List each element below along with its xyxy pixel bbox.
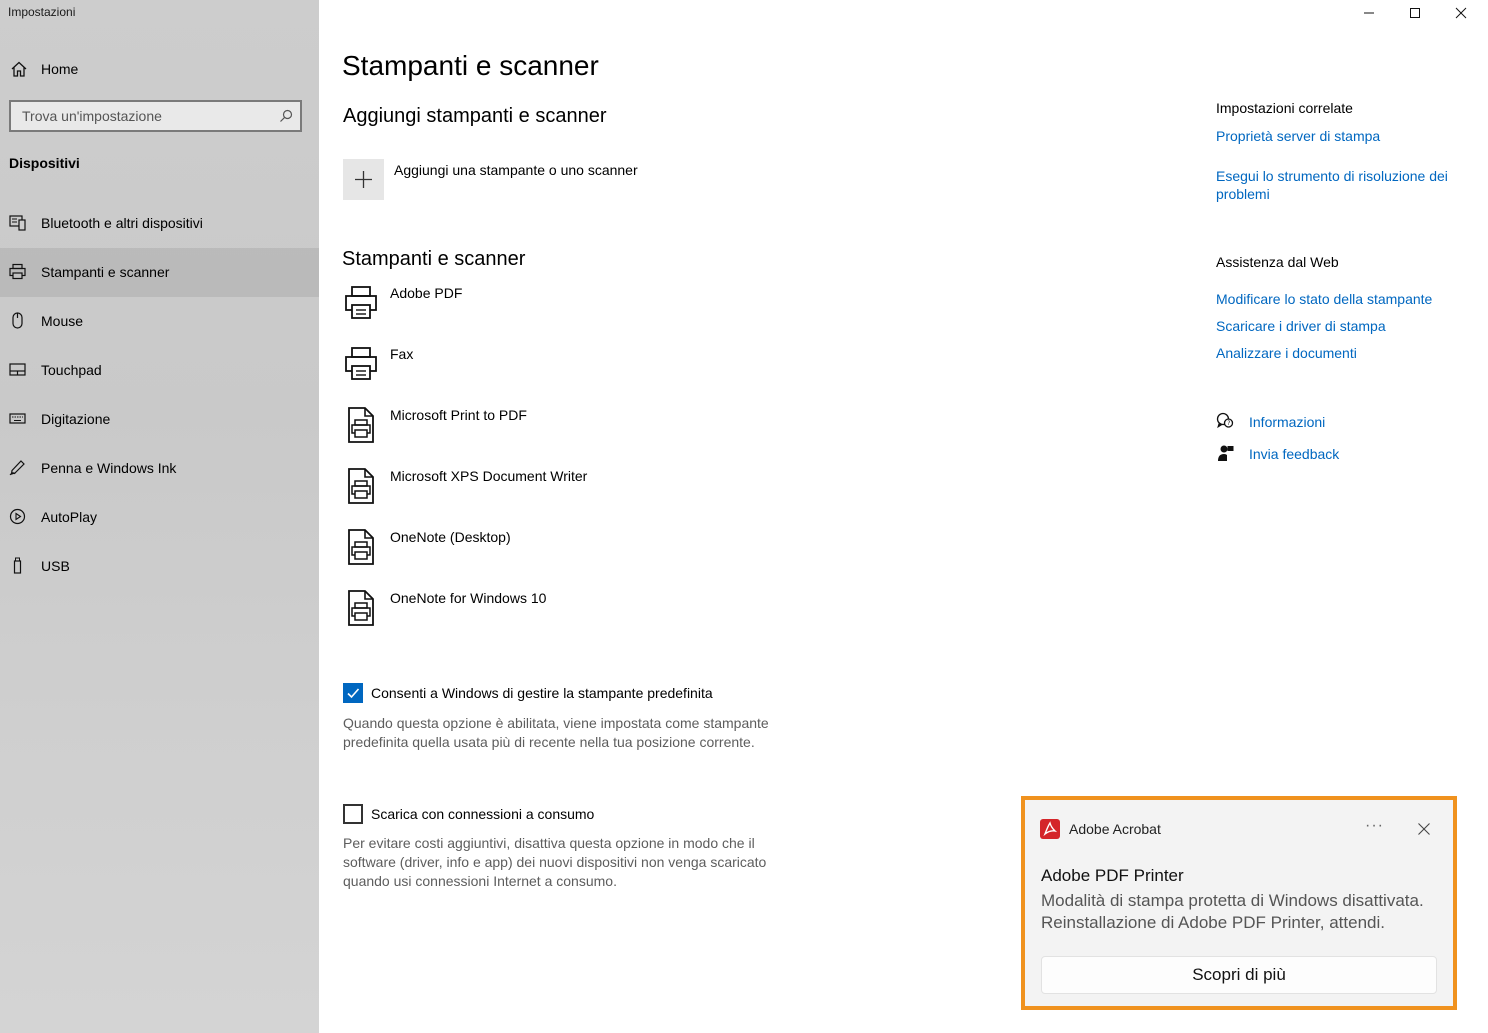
printer-name: Fax bbox=[390, 346, 414, 362]
autoplay-icon bbox=[9, 508, 26, 525]
window-title: Impostazioni bbox=[8, 5, 76, 19]
printers-section-title: Stampanti e scanner bbox=[342, 248, 526, 270]
close-icon bbox=[1455, 7, 1467, 19]
toast-app-name: Adobe Acrobat bbox=[1069, 821, 1161, 837]
toast-more-button[interactable]: ··· bbox=[1365, 817, 1384, 835]
sidebar-item-label: Mouse bbox=[41, 313, 84, 329]
search-input[interactable]: Trova un'impostazione bbox=[9, 100, 302, 132]
printer-name: Microsoft XPS Document Writer bbox=[390, 468, 588, 484]
toast-title: Adobe PDF Printer bbox=[1041, 866, 1184, 885]
sidebar-item-label: Touchpad bbox=[41, 362, 102, 378]
svg-text:?: ? bbox=[1227, 420, 1230, 427]
toast-close-icon[interactable] bbox=[1417, 822, 1431, 836]
printer-item-ms-print-to-pdf[interactable]: Microsoft Print to PDF bbox=[342, 407, 842, 457]
page-title: Stampanti e scanner bbox=[342, 50, 599, 81]
sidebar-item-bluetooth[interactable]: Bluetooth e altri dispositivi bbox=[0, 199, 319, 248]
web-link-scan-documents[interactable]: Analizzare i documenti bbox=[1216, 344, 1466, 362]
sidebar-home-label: Home bbox=[41, 61, 79, 77]
sidebar-nav: Bluetooth e altri dispositivi Stampanti … bbox=[0, 199, 319, 591]
add-printer-label[interactable]: Aggiungi una stampante o uno scanner bbox=[394, 162, 638, 178]
document-printer-icon bbox=[348, 407, 374, 443]
web-help-heading: Assistenza dal Web bbox=[1216, 254, 1339, 270]
add-printer-button[interactable] bbox=[343, 159, 384, 200]
add-section-title: Aggiungi stampanti e scanner bbox=[343, 105, 607, 127]
feedback-icon bbox=[1218, 445, 1234, 461]
sidebar-item-label: Bluetooth e altri dispositivi bbox=[41, 215, 203, 231]
printer-item-onenote-desktop[interactable]: OneNote (Desktop) bbox=[342, 529, 842, 579]
sidebar: Impostazioni Home Trova un'impostazione … bbox=[0, 0, 319, 1033]
pen-icon bbox=[9, 460, 25, 476]
related-settings-heading: Impostazioni correlate bbox=[1216, 100, 1353, 116]
printer-name: OneNote for Windows 10 bbox=[390, 590, 547, 606]
usb-icon bbox=[13, 557, 22, 574]
printer-name: Adobe PDF bbox=[390, 285, 463, 301]
help-chat-icon: ? bbox=[1216, 412, 1234, 429]
default-printer-description: Quando questa opzione è abilitata, viene… bbox=[343, 715, 769, 750]
toast-learn-more-button[interactable]: Scopri di più bbox=[1041, 956, 1437, 994]
sidebar-item-label: AutoPlay bbox=[41, 509, 98, 525]
document-printer-icon bbox=[348, 529, 374, 565]
minimize-icon bbox=[1364, 12, 1374, 14]
sidebar-item-pen[interactable]: Penna e Windows Ink bbox=[0, 444, 319, 493]
document-printer-icon bbox=[348, 590, 374, 626]
search-icon bbox=[280, 109, 293, 122]
default-printer-checkbox[interactable] bbox=[343, 683, 363, 703]
document-printer-icon bbox=[348, 468, 374, 504]
search-placeholder: Trova un'impostazione bbox=[22, 108, 162, 124]
home-icon bbox=[11, 61, 27, 77]
sidebar-item-touchpad[interactable]: Touchpad bbox=[0, 346, 319, 395]
plus-icon bbox=[355, 171, 372, 188]
touchpad-icon bbox=[9, 363, 26, 376]
printer-item-fax[interactable]: Fax bbox=[342, 346, 842, 396]
bluetooth-devices-icon bbox=[9, 215, 26, 231]
printer-icon bbox=[9, 263, 26, 280]
print-server-properties-link[interactable]: Proprietà server di stampa bbox=[1216, 127, 1466, 145]
metered-download-checkbox[interactable] bbox=[343, 804, 363, 824]
sidebar-item-mouse[interactable]: Mouse bbox=[0, 297, 319, 346]
feedback-link[interactable]: Invia feedback bbox=[1249, 445, 1488, 463]
help-link[interactable]: Informazioni bbox=[1249, 413, 1488, 431]
toast-notification: Adobe Acrobat ··· Adobe PDF Printer Moda… bbox=[1021, 796, 1457, 1010]
sidebar-item-label: Digitazione bbox=[41, 411, 111, 427]
printer-item-adobe-pdf[interactable]: Adobe PDF bbox=[342, 285, 842, 335]
maximize-icon bbox=[1410, 8, 1420, 18]
printer-icon bbox=[345, 347, 377, 380]
sidebar-section-title: Dispositivi bbox=[9, 155, 80, 171]
sidebar-item-typing[interactable]: Digitazione bbox=[0, 395, 319, 444]
sidebar-item-usb[interactable]: USB bbox=[0, 542, 319, 591]
sidebar-item-printers[interactable]: Stampanti e scanner bbox=[0, 248, 319, 297]
maximize-button[interactable] bbox=[1392, 0, 1438, 26]
keyboard-icon bbox=[9, 413, 26, 424]
acrobat-icon bbox=[1040, 819, 1060, 839]
sidebar-home[interactable]: Home bbox=[0, 52, 319, 86]
sidebar-item-label: Stampanti e scanner bbox=[41, 264, 170, 280]
metered-download-description: Per evitare costi aggiuntivi, disattiva … bbox=[343, 835, 767, 889]
sidebar-item-label: Penna e Windows Ink bbox=[41, 460, 177, 476]
checkmark-icon bbox=[347, 688, 360, 699]
printer-name: OneNote (Desktop) bbox=[390, 529, 511, 545]
troubleshooter-link[interactable]: Esegui lo strumento di risoluzione dei p… bbox=[1216, 167, 1461, 203]
printer-icon bbox=[345, 286, 377, 319]
printer-name: Microsoft Print to PDF bbox=[390, 407, 527, 423]
toast-body: Modalità di stampa protetta di Windows d… bbox=[1041, 891, 1424, 932]
metered-download-label[interactable]: Scarica con connessioni a consumo bbox=[371, 806, 594, 822]
printer-item-ms-xps-writer[interactable]: Microsoft XPS Document Writer bbox=[342, 468, 842, 518]
sidebar-item-autoplay[interactable]: AutoPlay bbox=[0, 493, 319, 542]
web-link-download-drivers[interactable]: Scaricare i driver di stampa bbox=[1216, 317, 1466, 335]
web-link-printer-status[interactable]: Modificare lo stato della stampante bbox=[1216, 290, 1466, 308]
sidebar-item-label: USB bbox=[41, 558, 70, 574]
close-window-button[interactable] bbox=[1438, 0, 1484, 26]
minimize-button[interactable] bbox=[1346, 0, 1392, 26]
printer-item-onenote-win10[interactable]: OneNote for Windows 10 bbox=[342, 590, 842, 640]
mouse-icon bbox=[12, 312, 23, 329]
default-printer-label[interactable]: Consenti a Windows di gestire la stampan… bbox=[371, 685, 713, 701]
